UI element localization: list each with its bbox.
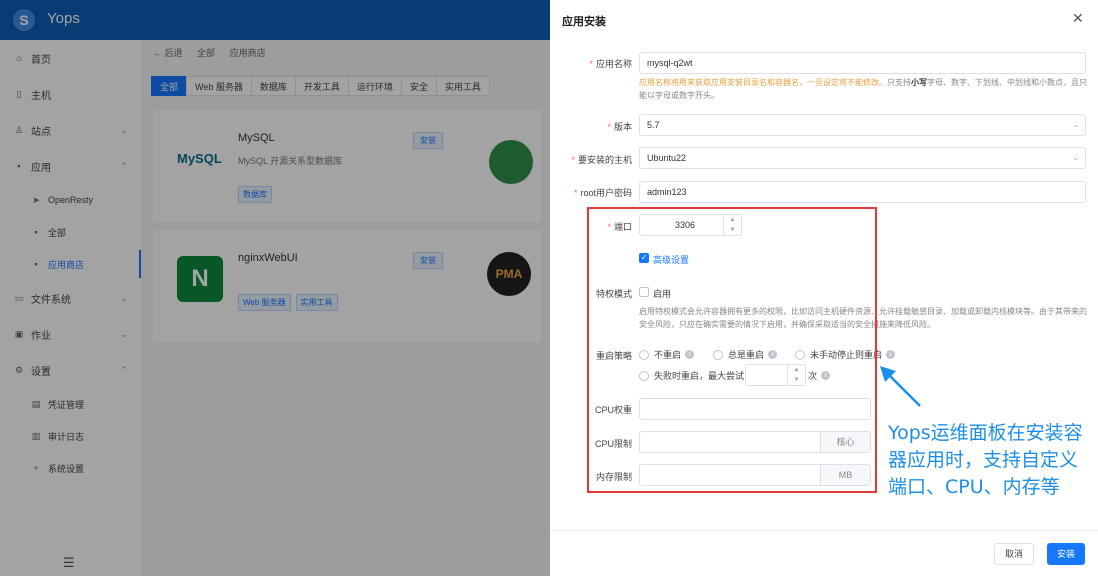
modal-overlay[interactable] (0, 0, 550, 576)
host-select[interactable]: Ubuntu22 ⌄ (639, 147, 1086, 169)
cancel-button[interactable]: 取消 (994, 543, 1034, 565)
install-button[interactable]: 安装 (1047, 543, 1085, 565)
close-icon[interactable]: ✕ (1072, 10, 1084, 27)
annotation-text: Yops运维面板在安装容器应用时，支持自定义端口、CPU、内存等 (888, 422, 1083, 498)
root-password-input[interactable]: admin123 (639, 181, 1086, 203)
chevron-down-icon: ⌄ (1072, 153, 1079, 162)
app-name-hint: 应用名称将用来获取应用安装目录名和容器名，一旦设定将不能修改。只支持小写字母、数… (639, 78, 1087, 100)
host-label: * 要安装的主机 (571, 155, 632, 165)
chevron-down-icon: ⌄ (1072, 120, 1079, 129)
app-name-label: * 应用名称 (589, 59, 632, 69)
annotation-arrow-icon (880, 366, 921, 407)
version-label: * 版本 (607, 122, 632, 132)
version-select[interactable]: 5.7 ⌄ (639, 114, 1086, 136)
info-icon: i (886, 350, 896, 359)
drawer-footer-divider (550, 530, 1098, 531)
highlight-box (587, 207, 877, 493)
drawer-title: 应用安装 (562, 16, 606, 28)
root-password-label: * root用户密码 (573, 188, 632, 198)
app-name-input[interactable]: mysql-q2wt (639, 52, 1086, 74)
